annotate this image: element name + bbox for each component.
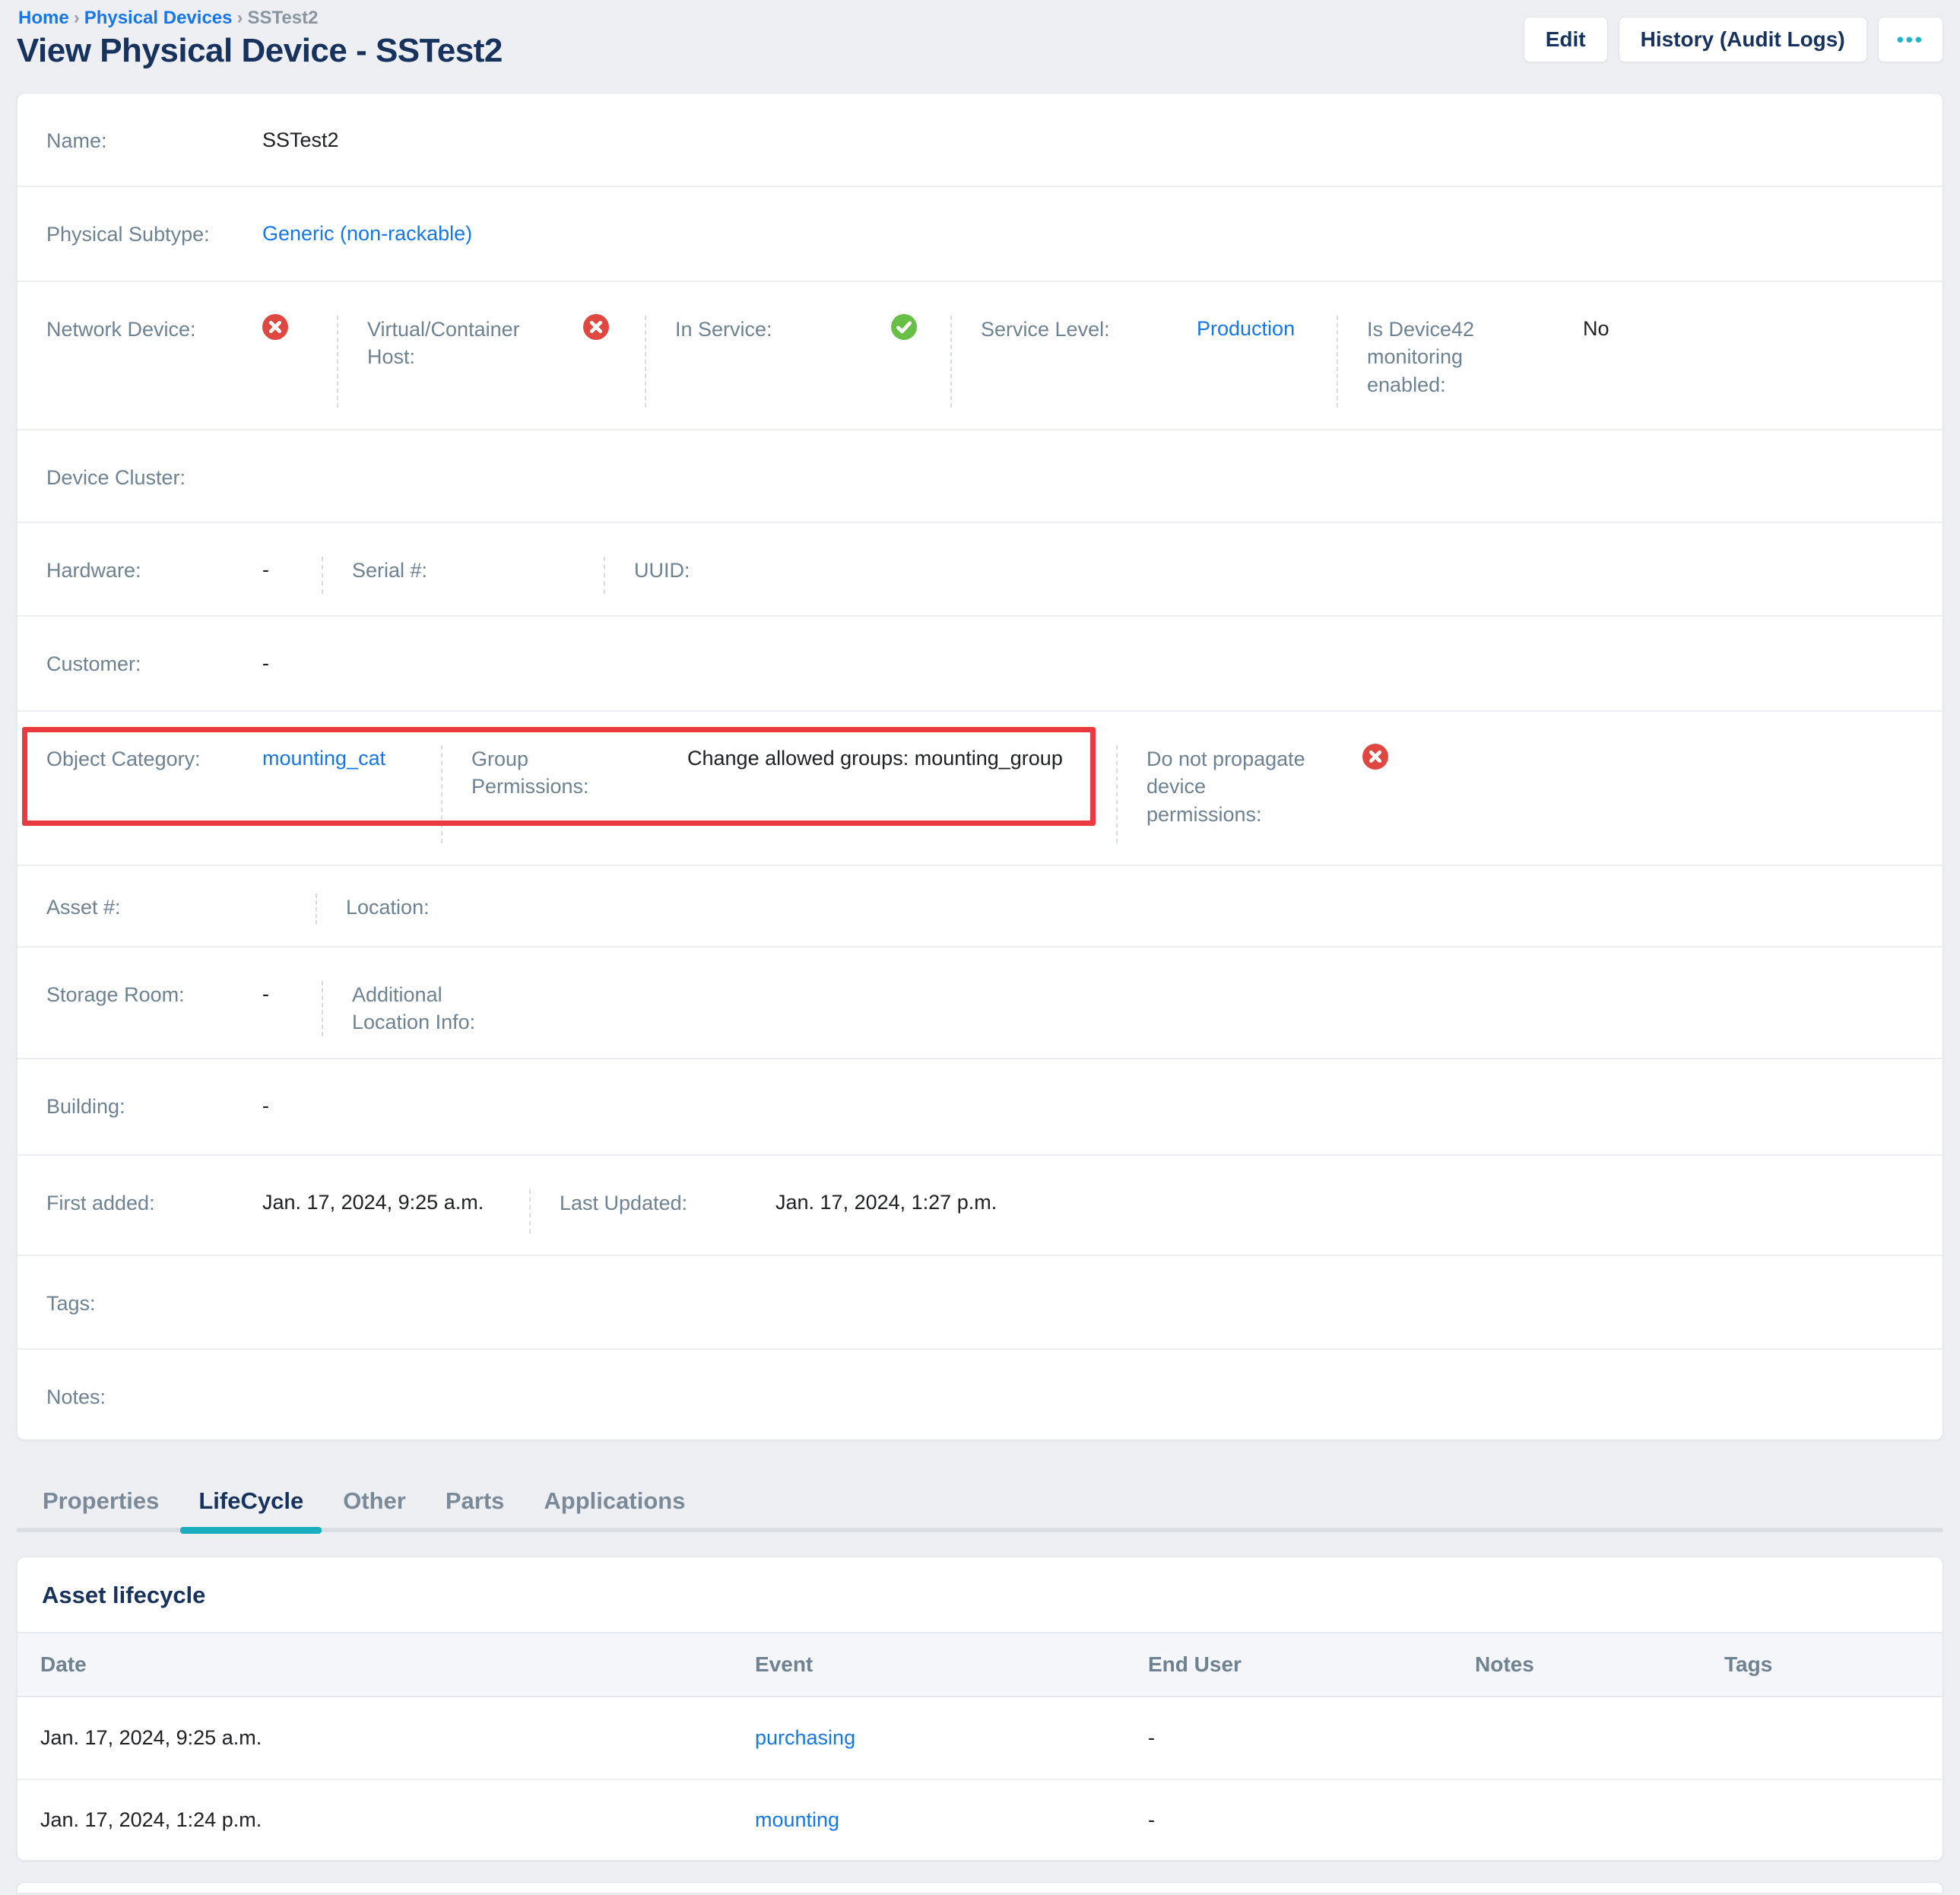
row-object-category: Object Category: mounting_cat Group Perm… [17,710,1943,865]
breadcrumb-separator: › [69,8,84,28]
do-not-propagate-cross-icon [1362,744,1388,770]
notes-label: Notes: [46,1383,262,1411]
service-level-link[interactable]: Production [1197,316,1295,342]
service-level-label: Service Level: [981,316,1197,343]
in-service-label: In Service: [675,316,891,343]
storage-room-value: - [262,981,269,1008]
edit-button[interactable]: Edit [1524,17,1608,62]
group-permissions-label: Group Permissions: [471,745,687,801]
in-service-check-icon [891,314,917,340]
row-building: Building: - [17,1058,1943,1154]
column-header-event: Event [732,1652,1125,1677]
column-header-notes: Notes [1452,1652,1702,1677]
d42-monitoring-label: Is Device42 monitoring enabled: [1367,316,1583,398]
do-not-propagate-label: Do not propagate device permissions: [1147,745,1362,828]
history-audit-logs-button[interactable]: History (Audit Logs) [1619,17,1867,62]
column-header-date: Date [17,1652,732,1677]
page-root: Home›Physical Devices›SSTest2 View Physi… [0,0,1960,1893]
building-value: - [262,1093,269,1119]
header-left: Home›Physical Devices›SSTest2 View Physi… [17,5,503,70]
row-device-cluster: Device Cluster: [17,429,1943,522]
tab-applications[interactable]: Applications [542,1487,687,1515]
last-updated-label: Last Updated: [560,1189,775,1217]
lifecycle-date: Jan. 17, 2024, 9:25 a.m. [17,1726,732,1750]
virtual-container-host-label: Virtual/Container Host: [367,316,583,371]
object-category-label: Object Category: [46,745,262,773]
first-added-label: First added: [46,1189,262,1217]
device-cluster-label: Device Cluster: [46,464,262,491]
row-customer: Customer: - [17,615,1943,710]
hardware-value: - [262,557,269,583]
group-permissions-value: Change allowed groups: mounting_group [687,745,1063,772]
additional-location-info-label: Additional Location Info: [352,981,568,1036]
lifecycle-table-header: Date Event End User Notes Tags [17,1632,1943,1697]
building-label: Building: [46,1093,262,1120]
network-device-label: Network Device: [46,316,262,343]
row-name: Name: SSTest2 [17,94,1943,186]
row-dates: First added: Jan. 17, 2024, 9:25 a.m. La… [17,1154,1943,1255]
customer-value: - [262,650,269,677]
breadcrumb: Home›Physical Devices›SSTest2 [17,5,503,30]
asset-lifecycle-card: Asset lifecycle Date Event End User Note… [17,1557,1943,1861]
header-actions: Edit History (Audit Logs) ••• [1524,17,1943,62]
lifecycle-end-user: - [1125,1726,1452,1750]
page-header: Home›Physical Devices›SSTest2 View Physi… [17,5,1943,70]
detail-tabbar: Properties LifeCycle Other Parts Applica… [17,1471,1943,1544]
last-updated-value: Jan. 17, 2024, 1:27 p.m. [775,1189,997,1216]
row-notes: Notes: [17,1348,1943,1440]
lifecycle-table-row: Jan. 17, 2024, 9:25 a.m. purchasing - [17,1697,1943,1779]
lifecycle-event-link[interactable]: mounting [755,1808,839,1831]
customer-label: Customer: [46,650,262,678]
asset-number-label: Asset #: [46,894,262,921]
lifecycle-event-link[interactable]: purchasing [755,1726,855,1749]
row-physical-subtype: Physical Subtype: Generic (non-rackable) [17,186,1943,281]
uuid-label: UUID: [634,557,850,584]
tab-parts[interactable]: Parts [444,1487,506,1515]
more-actions-button[interactable]: ••• [1878,17,1943,62]
tab-properties[interactable]: Properties [41,1487,160,1515]
network-device-cross-icon [262,314,288,340]
tab-lifecycle[interactable]: LifeCycle [197,1487,305,1515]
physical-subtype-label: Physical Subtype: [46,221,262,248]
location-label: Location: [346,894,562,921]
tab-other[interactable]: Other [341,1487,408,1515]
breadcrumb-separator: › [233,8,248,28]
row-asset-location: Asset #: Location: [17,865,1943,946]
lifecycle-table-row: Jan. 17, 2024, 1:24 p.m. mounting - [17,1779,1943,1860]
breadcrumb-home-link[interactable]: Home [18,8,69,28]
row-hardware: Hardware: - Serial #: UUID: [17,522,1943,615]
device-details-card: Name: SSTest2 Physical Subtype: Generic … [17,93,1943,1440]
virtual-container-host-cross-icon [583,314,609,340]
object-category-link[interactable]: mounting_cat [262,745,385,772]
next-section-card-edge [17,1882,1943,1893]
serial-number-label: Serial #: [352,557,568,584]
first-added-value: Jan. 17, 2024, 9:25 a.m. [262,1189,484,1216]
name-label: Name: [46,127,262,154]
asset-lifecycle-title: Asset lifecycle [17,1557,1943,1632]
hardware-label: Hardware: [46,557,262,584]
page-title: View Physical Device - SSTest2 [17,32,503,70]
lifecycle-end-user: - [1125,1808,1452,1832]
physical-subtype-link[interactable]: Generic (non-rackable) [262,221,472,247]
column-header-end-user: End User [1125,1652,1452,1677]
lifecycle-date: Jan. 17, 2024, 1:24 p.m. [17,1808,732,1832]
row-tags: Tags: [17,1255,1943,1348]
breadcrumb-current: SSTest2 [248,8,319,28]
column-header-tags: Tags [1702,1652,1943,1677]
d42-monitoring-value: No [1583,316,1610,342]
row-storage-room: Storage Room: - Additional Location Info… [17,946,1943,1058]
row-status-flags: Network Device: Virtual/Container Host: … [17,281,1943,429]
tags-label: Tags: [46,1290,262,1317]
storage-room-label: Storage Room: [46,981,262,1008]
breadcrumb-physical-devices-link[interactable]: Physical Devices [84,8,233,28]
name-value: SSTest2 [262,127,339,154]
